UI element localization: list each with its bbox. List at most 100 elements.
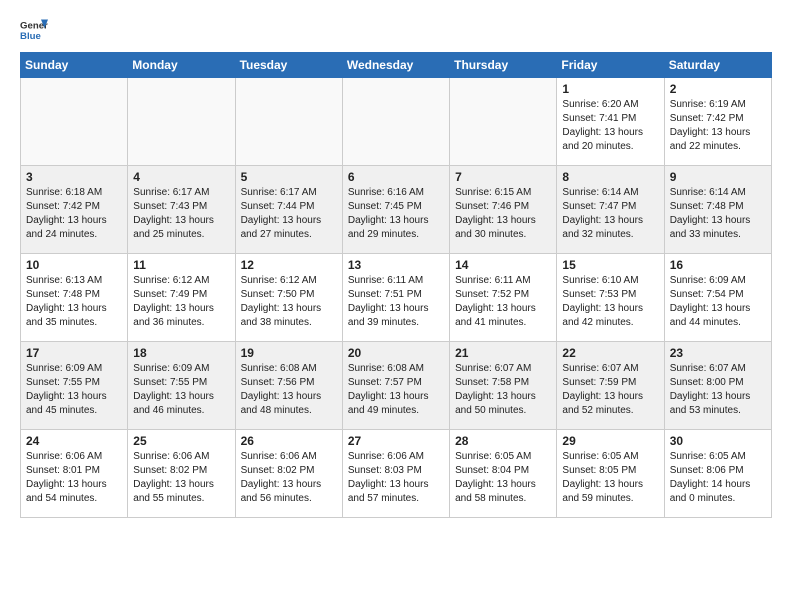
day-number: 5 xyxy=(241,170,337,184)
svg-text:Blue: Blue xyxy=(20,31,41,42)
day-number: 21 xyxy=(455,346,551,360)
calendar-cell: 30 Sunrise: 6:05 AM Sunset: 8:06 PM Dayli… xyxy=(664,430,771,518)
calendar-body: 1 Sunrise: 6:20 AM Sunset: 7:41 PM Daylig… xyxy=(21,78,772,518)
day-of-week-header: Sunday xyxy=(21,53,128,78)
calendar-table: SundayMondayTuesdayWednesdayThursdayFrid… xyxy=(20,52,772,518)
day-info: Sunrise: 6:06 AM Sunset: 8:01 PM Dayligh… xyxy=(26,450,122,506)
day-info: Sunrise: 6:06 AM Sunset: 8:02 PM Dayligh… xyxy=(133,450,229,506)
calendar-cell: 23 Sunrise: 6:07 AM Sunset: 8:00 PM Dayli… xyxy=(664,342,771,430)
day-of-week-header: Monday xyxy=(128,53,235,78)
day-info: Sunrise: 6:11 AM Sunset: 7:52 PM Dayligh… xyxy=(455,274,551,330)
day-number: 13 xyxy=(348,258,444,272)
day-info: Sunrise: 6:08 AM Sunset: 7:57 PM Dayligh… xyxy=(348,362,444,418)
day-info: Sunrise: 6:08 AM Sunset: 7:56 PM Dayligh… xyxy=(241,362,337,418)
day-info: Sunrise: 6:17 AM Sunset: 7:44 PM Dayligh… xyxy=(241,186,337,242)
day-info: Sunrise: 6:19 AM Sunset: 7:42 PM Dayligh… xyxy=(670,98,766,154)
calendar-cell: 19Sunrise: 6:08 AM Sunset: 7:56 PM Dayli… xyxy=(235,342,342,430)
calendar-cell: 4 Sunrise: 6:17 AM Sunset: 7:43 PM Daylig… xyxy=(128,166,235,254)
calendar-cell: 2 Sunrise: 6:19 AM Sunset: 7:42 PM Daylig… xyxy=(664,78,771,166)
calendar-week-row: 17 Sunrise: 6:09 AM Sunset: 7:55 PM Dayli… xyxy=(21,342,772,430)
day-number: 11 xyxy=(133,258,229,272)
day-number: 2 xyxy=(670,82,766,96)
day-number: 24 xyxy=(26,434,122,448)
calendar-cell: 29Sunrise: 6:05 AM Sunset: 8:05 PM Dayli… xyxy=(557,430,664,518)
day-number: 23 xyxy=(670,346,766,360)
main-container: General Blue SundayMondayTuesdayWednesda… xyxy=(0,0,792,528)
day-info: Sunrise: 6:15 AM Sunset: 7:46 PM Dayligh… xyxy=(455,186,551,242)
day-number: 12 xyxy=(241,258,337,272)
day-of-week-header: Tuesday xyxy=(235,53,342,78)
calendar-cell: 8 Sunrise: 6:14 AM Sunset: 7:47 PM Daylig… xyxy=(557,166,664,254)
day-number: 27 xyxy=(348,434,444,448)
day-info: Sunrise: 6:09 AM Sunset: 7:55 PM Dayligh… xyxy=(133,362,229,418)
calendar-cell: 1 Sunrise: 6:20 AM Sunset: 7:41 PM Daylig… xyxy=(557,78,664,166)
calendar-cell: 7Sunrise: 6:15 AM Sunset: 7:46 PM Daylig… xyxy=(450,166,557,254)
day-number: 9 xyxy=(670,170,766,184)
day-info: Sunrise: 6:20 AM Sunset: 7:41 PM Dayligh… xyxy=(562,98,658,154)
day-number: 18 xyxy=(133,346,229,360)
calendar-cell xyxy=(128,78,235,166)
day-number: 4 xyxy=(133,170,229,184)
day-info: Sunrise: 6:07 AM Sunset: 7:58 PM Dayligh… xyxy=(455,362,551,418)
calendar-cell: 5 Sunrise: 6:17 AM Sunset: 7:44 PM Daylig… xyxy=(235,166,342,254)
day-info: Sunrise: 6:09 AM Sunset: 7:54 PM Dayligh… xyxy=(670,274,766,330)
calendar-cell: 10 Sunrise: 6:13 AM Sunset: 7:48 PM Dayli… xyxy=(21,254,128,342)
day-info: Sunrise: 6:06 AM Sunset: 8:02 PM Dayligh… xyxy=(241,450,337,506)
day-info: Sunrise: 6:09 AM Sunset: 7:55 PM Dayligh… xyxy=(26,362,122,418)
day-info: Sunrise: 6:11 AM Sunset: 7:51 PM Dayligh… xyxy=(348,274,444,330)
day-info: Sunrise: 6:17 AM Sunset: 7:43 PM Dayligh… xyxy=(133,186,229,242)
day-info: Sunrise: 6:12 AM Sunset: 7:50 PM Dayligh… xyxy=(241,274,337,330)
calendar-week-row: 24 Sunrise: 6:06 AM Sunset: 8:01 PM Dayli… xyxy=(21,430,772,518)
day-info: Sunrise: 6:13 AM Sunset: 7:48 PM Dayligh… xyxy=(26,274,122,330)
calendar-week-row: 3Sunrise: 6:18 AM Sunset: 7:42 PM Daylig… xyxy=(21,166,772,254)
day-info: Sunrise: 6:05 AM Sunset: 8:05 PM Dayligh… xyxy=(562,450,658,506)
calendar-cell xyxy=(21,78,128,166)
day-info: Sunrise: 6:14 AM Sunset: 7:47 PM Dayligh… xyxy=(562,186,658,242)
day-number: 1 xyxy=(562,82,658,96)
day-number: 20 xyxy=(348,346,444,360)
logo: General Blue xyxy=(20,16,48,44)
day-number: 10 xyxy=(26,258,122,272)
day-info: Sunrise: 6:18 AM Sunset: 7:42 PM Dayligh… xyxy=(26,186,122,242)
day-info: Sunrise: 6:05 AM Sunset: 8:04 PM Dayligh… xyxy=(455,450,551,506)
calendar-cell xyxy=(235,78,342,166)
day-of-week-header: Friday xyxy=(557,53,664,78)
calendar-cell: 22 Sunrise: 6:07 AM Sunset: 7:59 PM Dayli… xyxy=(557,342,664,430)
day-number: 8 xyxy=(562,170,658,184)
days-of-week-row: SundayMondayTuesdayWednesdayThursdayFrid… xyxy=(21,53,772,78)
day-number: 17 xyxy=(26,346,122,360)
day-number: 22 xyxy=(562,346,658,360)
calendar-cell xyxy=(342,78,449,166)
day-number: 26 xyxy=(241,434,337,448)
day-number: 30 xyxy=(670,434,766,448)
calendar-cell: 28 Sunrise: 6:05 AM Sunset: 8:04 PM Dayli… xyxy=(450,430,557,518)
calendar-cell: 15Sunrise: 6:10 AM Sunset: 7:53 PM Dayli… xyxy=(557,254,664,342)
calendar-cell: 26 Sunrise: 6:06 AM Sunset: 8:02 PM Dayli… xyxy=(235,430,342,518)
calendar-cell: 25 Sunrise: 6:06 AM Sunset: 8:02 PM Dayli… xyxy=(128,430,235,518)
calendar-cell: 12 Sunrise: 6:12 AM Sunset: 7:50 PM Dayli… xyxy=(235,254,342,342)
day-info: Sunrise: 6:07 AM Sunset: 7:59 PM Dayligh… xyxy=(562,362,658,418)
day-number: 6 xyxy=(348,170,444,184)
day-info: Sunrise: 6:16 AM Sunset: 7:45 PM Dayligh… xyxy=(348,186,444,242)
calendar-cell: 27Sunrise: 6:06 AM Sunset: 8:03 PM Dayli… xyxy=(342,430,449,518)
calendar-week-row: 1 Sunrise: 6:20 AM Sunset: 7:41 PM Daylig… xyxy=(21,78,772,166)
calendar-cell: 3Sunrise: 6:18 AM Sunset: 7:42 PM Daylig… xyxy=(21,166,128,254)
day-of-week-header: Wednesday xyxy=(342,53,449,78)
calendar-cell xyxy=(450,78,557,166)
calendar-cell: 14Sunrise: 6:11 AM Sunset: 7:52 PM Dayli… xyxy=(450,254,557,342)
day-number: 28 xyxy=(455,434,551,448)
day-number: 25 xyxy=(133,434,229,448)
calendar-cell: 21 Sunrise: 6:07 AM Sunset: 7:58 PM Dayli… xyxy=(450,342,557,430)
calendar-cell: 6 Sunrise: 6:16 AM Sunset: 7:45 PM Daylig… xyxy=(342,166,449,254)
day-of-week-header: Thursday xyxy=(450,53,557,78)
calendar-cell: 13 Sunrise: 6:11 AM Sunset: 7:51 PM Dayli… xyxy=(342,254,449,342)
calendar-cell: 9Sunrise: 6:14 AM Sunset: 7:48 PM Daylig… xyxy=(664,166,771,254)
day-info: Sunrise: 6:12 AM Sunset: 7:49 PM Dayligh… xyxy=(133,274,229,330)
calendar-cell: 18 Sunrise: 6:09 AM Sunset: 7:55 PM Dayli… xyxy=(128,342,235,430)
day-info: Sunrise: 6:07 AM Sunset: 8:00 PM Dayligh… xyxy=(670,362,766,418)
calendar-cell: 11 Sunrise: 6:12 AM Sunset: 7:49 PM Dayli… xyxy=(128,254,235,342)
logo-icon: General Blue xyxy=(20,16,48,44)
day-info: Sunrise: 6:05 AM Sunset: 8:06 PM Dayligh… xyxy=(670,450,766,506)
day-info: Sunrise: 6:10 AM Sunset: 7:53 PM Dayligh… xyxy=(562,274,658,330)
day-number: 16 xyxy=(670,258,766,272)
